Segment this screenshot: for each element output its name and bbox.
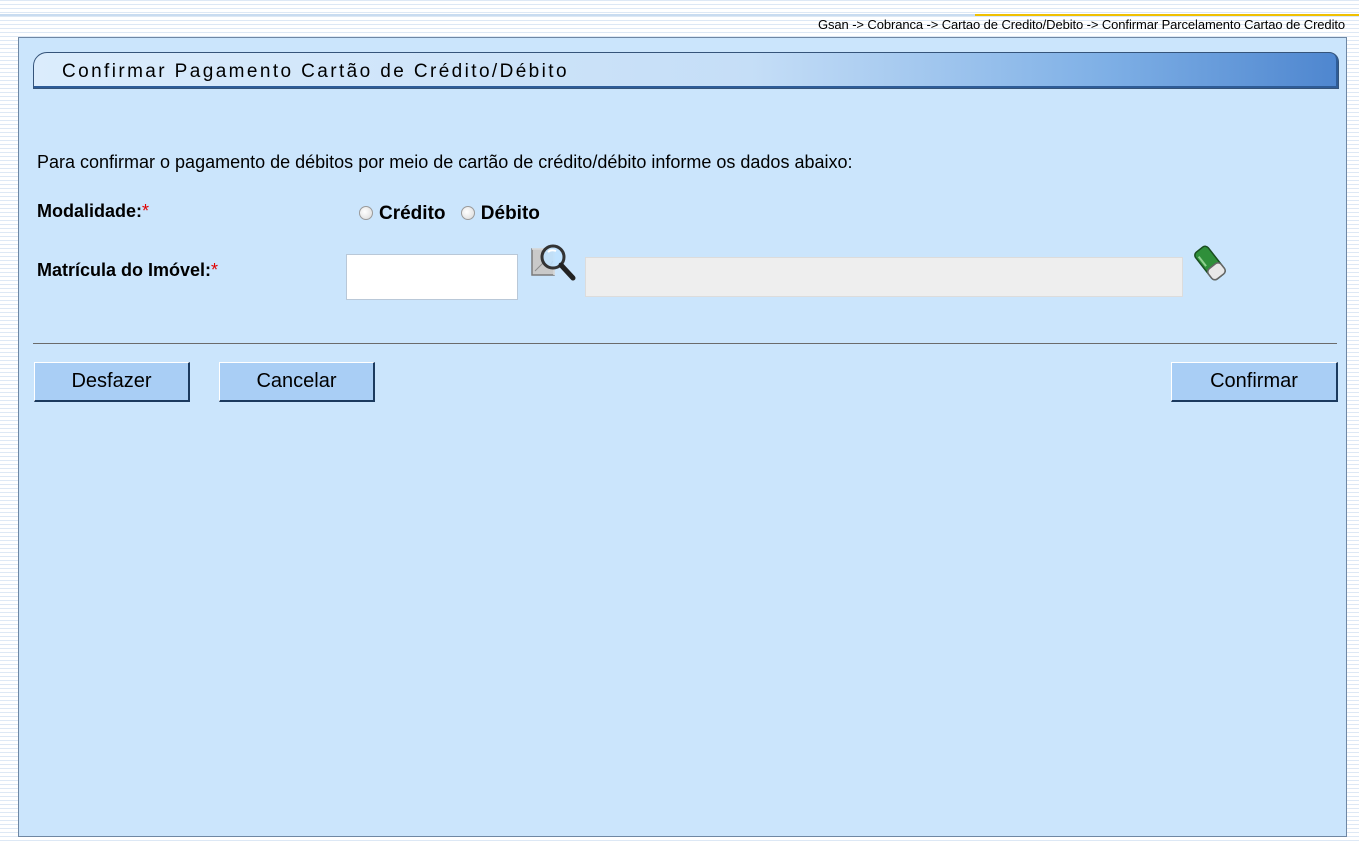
top-rule — [0, 14, 975, 16]
confirmar-button[interactable]: Confirmar — [1171, 362, 1338, 402]
modalidade-label-text: Modalidade: — [37, 201, 143, 221]
radio-option-debito[interactable]: Débito — [460, 203, 540, 225]
main-panel: Confirmar Pagamento Cartão de Crédito/Dé… — [18, 37, 1347, 837]
modalidade-label: Modalidade:* — [37, 201, 149, 222]
search-icon[interactable] — [529, 241, 579, 285]
page-title: Confirmar Pagamento Cartão de Crédito/Dé… — [62, 61, 569, 82]
matricula-label-text: Matrícula do Imóvel: — [37, 260, 212, 280]
panel-header: Confirmar Pagamento Cartão de Crédito/Dé… — [33, 52, 1339, 89]
top-rule-accent — [975, 14, 1359, 16]
required-mark: * — [142, 201, 150, 221]
instructions-text: Para confirmar o pagamento de débitos po… — [37, 152, 853, 172]
breadcrumb: Gsan -> Cobranca -> Cartao de Credito/De… — [818, 17, 1345, 32]
radio-debito-label[interactable]: Débito — [481, 203, 540, 224]
cancelar-button[interactable]: Cancelar — [219, 362, 375, 402]
radio-option-credito[interactable]: Crédito — [359, 203, 446, 225]
radio-debito[interactable] — [460, 206, 475, 220]
imovel-description-field — [585, 257, 1183, 297]
radio-credito[interactable] — [359, 206, 373, 220]
matricula-label: Matrícula do Imóvel:* — [37, 260, 218, 281]
section-divider — [33, 343, 1337, 344]
matricula-input[interactable] — [346, 254, 518, 300]
eraser-icon[interactable] — [1193, 243, 1227, 283]
radio-credito-label[interactable]: Crédito — [379, 203, 446, 224]
modalidade-radio-group: Crédito Débito — [359, 203, 550, 225]
required-mark: * — [211, 260, 219, 280]
desfazer-button[interactable]: Desfazer — [34, 362, 190, 402]
